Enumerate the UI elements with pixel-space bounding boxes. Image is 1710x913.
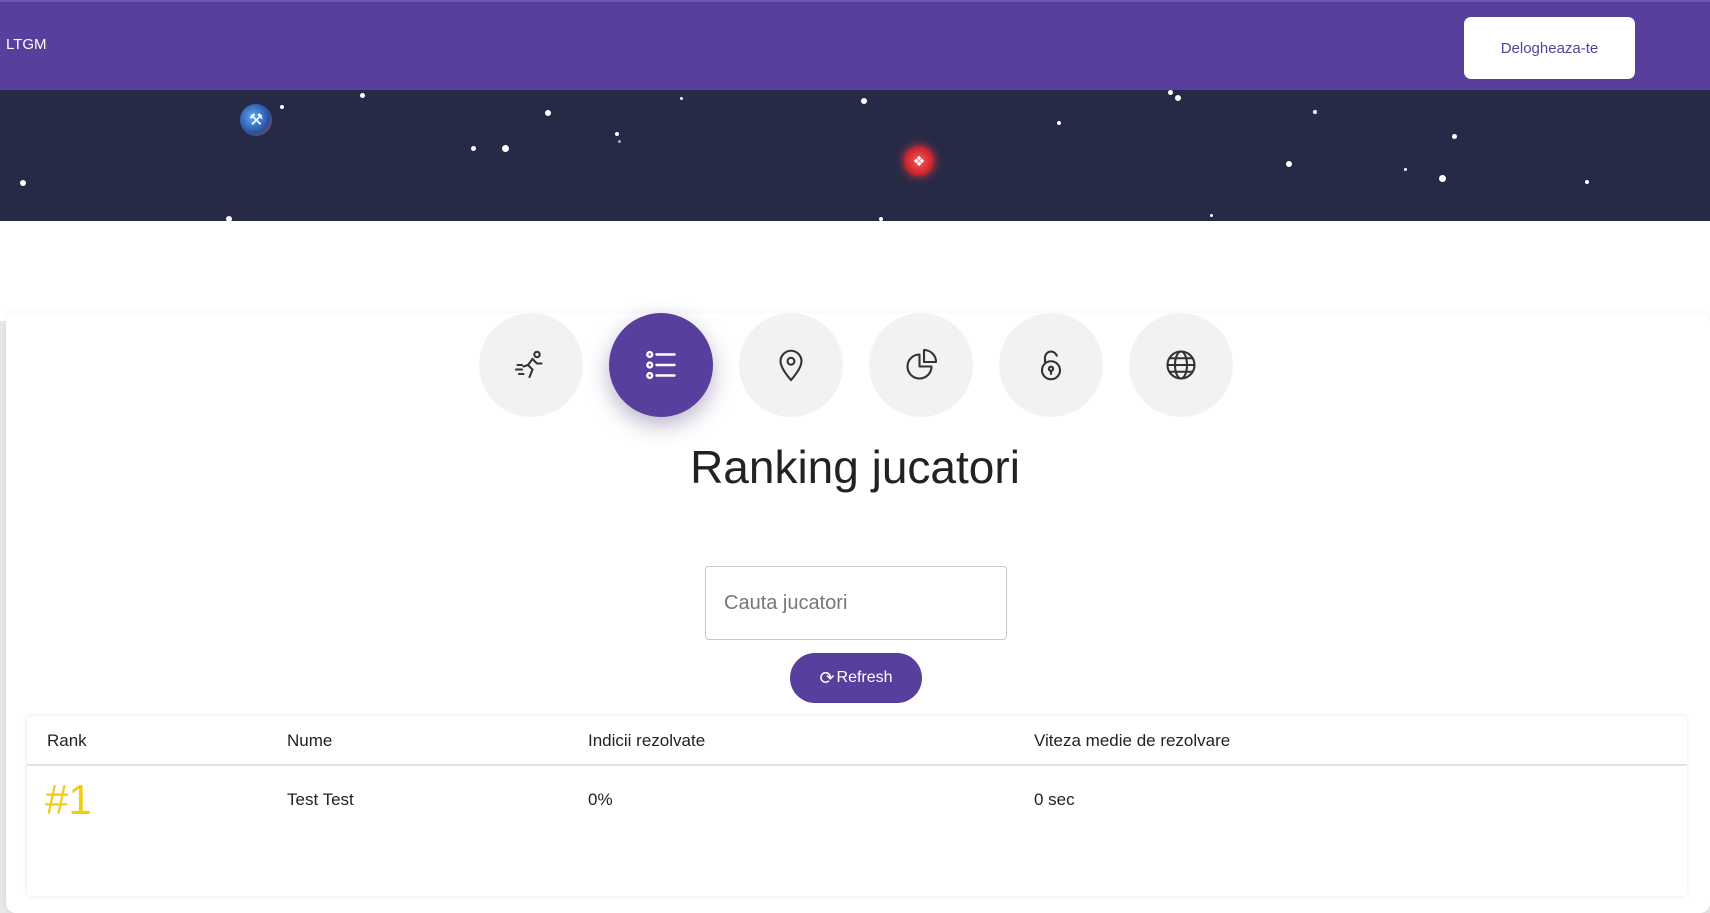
col-name[interactable]: Nume [287, 731, 332, 751]
player-name: Test Test [287, 790, 354, 809]
solved-value: 0% [588, 790, 613, 809]
space-banner: ⚒ ❖ [0, 90, 1710, 221]
col-rank[interactable]: Rank [47, 731, 87, 751]
cube-planet-icon: ❖ [904, 146, 934, 176]
table-row[interactable]: #1 Test Test 0% 0 sec [27, 766, 1687, 836]
speed-value: 0 sec [1034, 790, 1075, 809]
logout-button[interactable]: Delogheaza-te [1464, 17, 1635, 79]
col-solved[interactable]: Indicii rezolvate [588, 731, 705, 751]
spacer-band [0, 221, 1710, 321]
location-pin-icon [779, 349, 803, 382]
search-input[interactable] [705, 566, 1007, 640]
list-icon [646, 350, 676, 380]
brand-logo[interactable]: LTGM [6, 36, 47, 53]
nav-tab-world[interactable] [1129, 313, 1233, 417]
refresh-button[interactable]: ⟳ Refresh [790, 653, 922, 703]
page-title: Ranking jucatori [690, 441, 1020, 493]
runner-icon [514, 350, 543, 379]
pie-chart-icon [906, 348, 938, 380]
wrench-planet-icon: ⚒ [240, 104, 272, 136]
top-navbar: LTGM Delogheaza-te [0, 0, 1710, 90]
table-header: Rank Nume Indicii rezolvate Viteza medie… [27, 716, 1687, 766]
nav-tab-unlock[interactable] [999, 313, 1103, 417]
nav-tab-play[interactable] [479, 313, 583, 417]
nav-tab-stats[interactable] [869, 313, 973, 417]
rank-value: #1 [45, 776, 92, 823]
refresh-label: Refresh [836, 669, 893, 686]
nav-tab-ranking[interactable] [609, 313, 713, 417]
unlock-icon [1040, 350, 1062, 381]
globe-icon [1166, 350, 1196, 380]
col-speed[interactable]: Viteza medie de rezolvare [1034, 731, 1230, 751]
nav-tab-location[interactable] [739, 313, 843, 417]
ranking-table: Rank Nume Indicii rezolvate Viteza medie… [27, 716, 1687, 896]
refresh-icon: ⟳ [819, 667, 835, 688]
